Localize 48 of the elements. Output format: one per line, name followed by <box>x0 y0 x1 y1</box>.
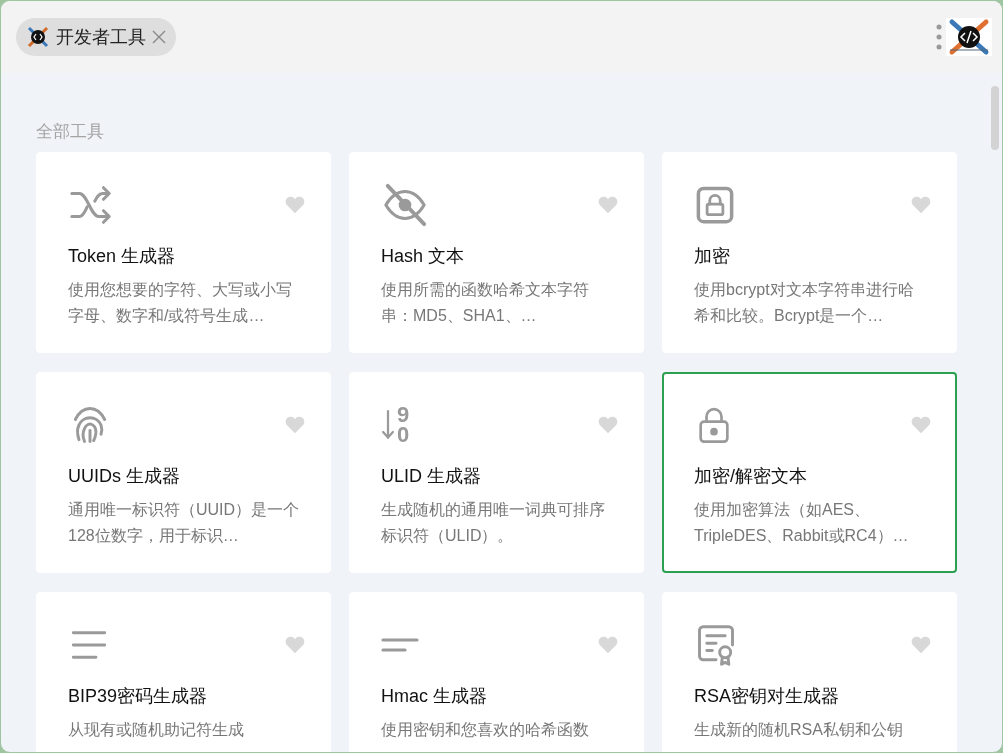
heart-icon[interactable] <box>598 416 618 434</box>
lock-icon <box>694 184 736 226</box>
close-icon[interactable] <box>152 30 166 44</box>
tool-card[interactable]: RSA密钥对生成器 生成新的随机RSA私钥和公钥 <box>662 592 957 752</box>
tool-description: 生成新的随机RSA私钥和公钥 <box>694 720 904 740</box>
tool-description: 使用所需的函数哈希文本字符串：MD5、SHA1、… <box>381 280 590 326</box>
heart-icon[interactable] <box>285 196 305 214</box>
tool-description: 生成随机的通用唯一词典可排序标识符（ULID）。 <box>381 500 606 546</box>
heart-icon[interactable] <box>911 196 931 214</box>
tool-description: 从现有或随机助记符生成 <box>68 720 245 740</box>
heart-icon[interactable] <box>285 416 305 434</box>
tool-title: Hash 文本 <box>381 245 466 267</box>
tool-description: 使用bcrypt对文本字符串进行哈希和比较。Bcrypt是一个… <box>694 280 915 326</box>
tool-card[interactable]: UUIDs 生成器 通用唯一标识符（UUID）是一个128位数字，用于标识… <box>36 372 331 573</box>
scrollbar-thumb[interactable] <box>991 86 999 150</box>
tool-title: ULID 生成器 <box>381 465 482 487</box>
tool-description: 使用加密算法（如AES、TripleDES、Rabbit或RC4）… <box>694 500 910 546</box>
tool-title: 加密 <box>694 245 731 267</box>
tool-description: 通用唯一标识符（UUID）是一个128位数字，用于标识… <box>68 500 300 546</box>
tool-description: 使用您想要的字符、大写或小写字母、数字和/或符号生成… <box>68 280 293 326</box>
icon-digit: 9 <box>397 405 410 425</box>
tool-title: BIP39密码生成器 <box>68 685 209 707</box>
tool-card[interactable]: 加密 使用bcrypt对文本字符串进行哈希和比较。Bcrypt是一个… <box>662 152 957 353</box>
tool-card[interactable]: Hash 文本 使用所需的函数哈希文本字符串：MD5、SHA1、… <box>349 152 644 353</box>
app-tab[interactable]: 开发者工具 <box>16 18 176 56</box>
tool-card[interactable]: 9 0 ULID 生成器 生成随机的通用唯一词典可排序标识符（ULID）。 <box>349 372 644 573</box>
tool-title: UUIDs 生成器 <box>68 465 181 487</box>
tool-description: 使用密钥和您喜欢的哈希函数 <box>381 720 590 740</box>
heart-icon[interactable] <box>911 416 931 434</box>
short-lines-icon <box>381 638 419 652</box>
heart-icon[interactable] <box>911 636 931 654</box>
heart-icon[interactable] <box>598 636 618 654</box>
icon-digit: 0 <box>397 425 410 445</box>
toolbox-logo-icon[interactable] <box>946 18 992 56</box>
eye-off-icon <box>381 182 429 228</box>
tool-card[interactable]: BIP39密码生成器 从现有或随机助记符生成 <box>36 592 331 752</box>
tool-title: Token 生成器 <box>68 245 177 267</box>
tool-card[interactable]: Token 生成器 使用您想要的字符、大写或小写字母、数字和/或符号生成… <box>36 152 331 353</box>
section-title: 全部工具 <box>36 121 105 143</box>
tool-title: 加密/解密文本 <box>694 465 808 487</box>
heart-icon[interactable] <box>598 196 618 214</box>
tool-title: RSA密钥对生成器 <box>694 685 840 707</box>
heart-icon[interactable] <box>285 636 305 654</box>
tool-card[interactable]: 加密/解密文本 使用加密算法（如AES、TripleDES、Rabbit或RC4）… <box>662 372 957 573</box>
tool-card[interactable]: Hmac 生成器 使用密钥和您喜欢的哈希函数 <box>349 592 644 752</box>
toolbox-logo-icon <box>26 25 50 49</box>
tool-title: Hmac 生成器 <box>381 685 488 707</box>
more-vertical-icon[interactable] <box>936 24 942 50</box>
